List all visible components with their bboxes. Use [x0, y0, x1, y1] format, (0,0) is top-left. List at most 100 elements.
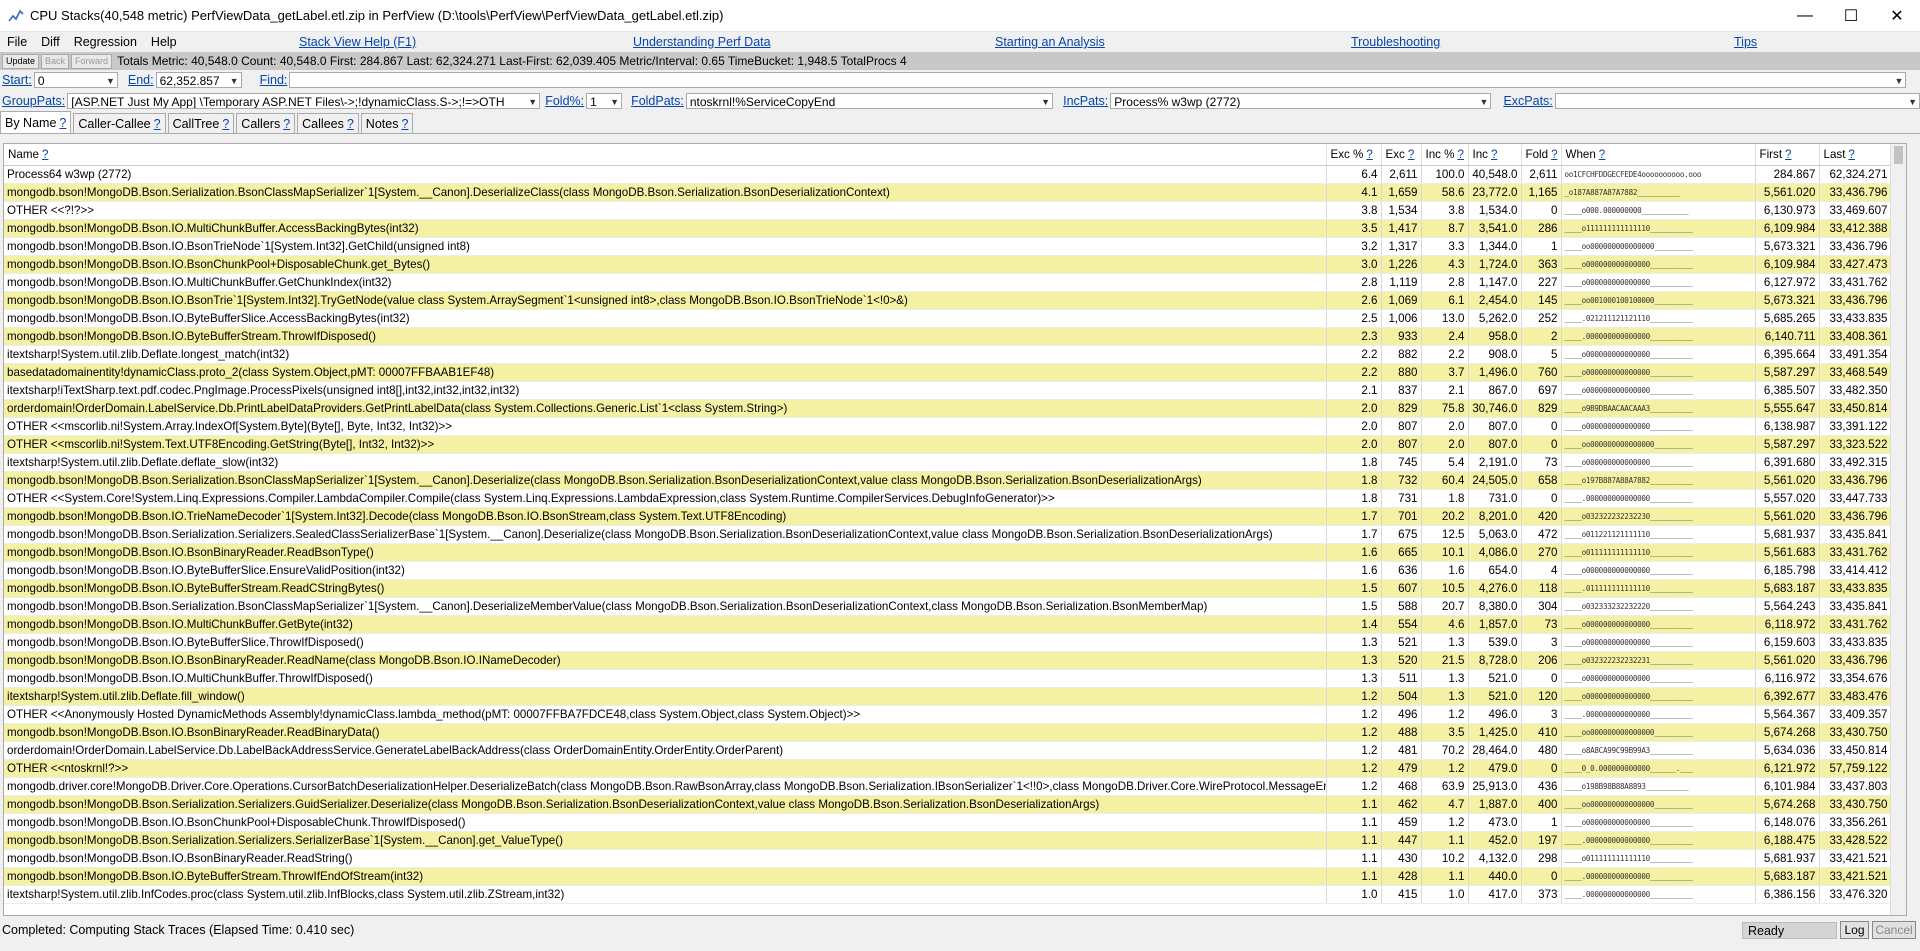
- back-button[interactable]: Back: [41, 53, 70, 69]
- cell-inc-pct[interactable]: 10.2: [1421, 849, 1469, 868]
- cell-when[interactable]: ____oo000000000000000_________: [1561, 237, 1756, 256]
- cell-fold[interactable]: 363: [1521, 255, 1562, 274]
- table-row[interactable]: mongodb.bson!MongoDB.Bson.IO.BsonChunkPo…: [4, 255, 1892, 274]
- cell-when[interactable]: ____oo000000000000000_________: [1561, 795, 1756, 814]
- cell-inc[interactable]: 417.0: [1468, 885, 1522, 904]
- cell-inc[interactable]: 867.0: [1468, 381, 1522, 400]
- table-row[interactable]: mongodb.bson!MongoDB.Bson.IO.ByteBufferS…: [4, 309, 1892, 328]
- cell-when[interactable]: ____o197B887A88A7882__________: [1561, 471, 1756, 490]
- cell-fold[interactable]: 5: [1521, 345, 1562, 364]
- minimize-button[interactable]: —: [1782, 0, 1828, 31]
- log-button[interactable]: Log: [1840, 921, 1869, 939]
- cell-inc[interactable]: 1,534.0: [1468, 201, 1522, 220]
- table-row[interactable]: itextsharp!System.util.zlib.Deflate.long…: [4, 345, 1892, 364]
- cell-exc[interactable]: 1,417: [1381, 219, 1422, 238]
- cell-when[interactable]: ____.021211121121110__________: [1561, 309, 1756, 328]
- cell-inc-pct[interactable]: 3.5: [1421, 723, 1469, 742]
- cell-exc[interactable]: 521: [1381, 633, 1422, 652]
- cell-inc[interactable]: 1,496.0: [1468, 363, 1522, 382]
- cell-when[interactable]: ____o000000000000000__________: [1561, 669, 1756, 688]
- cell-when[interactable]: ____oo000000000000000_________: [1561, 435, 1756, 454]
- cell-fold[interactable]: 3: [1521, 705, 1562, 724]
- cell-when[interactable]: ____o032322232232231__________: [1561, 651, 1756, 670]
- cell-last[interactable]: 33,409.357: [1819, 705, 1892, 724]
- tips-link[interactable]: Tips: [1734, 35, 1757, 49]
- cell-exc[interactable]: 447: [1381, 831, 1422, 850]
- cell-name[interactable]: mongodb.bson!MongoDB.Bson.IO.BsonTrieNod…: [4, 237, 1327, 256]
- cell-when[interactable]: ____o000000000000000__________: [1561, 813, 1756, 832]
- cell-first[interactable]: 6,109.984: [1755, 219, 1820, 238]
- cell-exc-pct[interactable]: 1.2: [1326, 759, 1382, 778]
- cell-exc-pct[interactable]: 1.1: [1326, 813, 1382, 832]
- cell-fold[interactable]: 0: [1521, 669, 1562, 688]
- excpats-input[interactable]: ▼: [1554, 92, 1920, 109]
- cell-exc[interactable]: 829: [1381, 399, 1422, 418]
- cell-exc-pct[interactable]: 6.4: [1326, 165, 1382, 184]
- cell-exc-pct[interactable]: 1.8: [1326, 471, 1382, 490]
- tab-by-name[interactable]: By Name?: [0, 111, 72, 133]
- cell-exc-pct[interactable]: 3.0: [1326, 255, 1382, 274]
- help-link[interactable]: ?: [1785, 148, 1791, 161]
- cell-inc[interactable]: 23,772.0: [1468, 183, 1522, 202]
- cell-last[interactable]: 33,492.315: [1819, 453, 1892, 472]
- cell-last[interactable]: 33,435.841: [1819, 597, 1892, 616]
- cell-inc[interactable]: 24,505.0: [1468, 471, 1522, 490]
- table-row[interactable]: OTHER <<mscorlib.ni!System.Text.UTF8Enco…: [4, 435, 1892, 454]
- table-row[interactable]: mongodb.bson!MongoDB.Bson.IO.ByteBufferS…: [4, 579, 1892, 598]
- cell-name[interactable]: mongodb.bson!MongoDB.Bson.Serialization.…: [4, 525, 1327, 544]
- cell-name[interactable]: itextsharp!System.util.zlib.Deflate.fill…: [4, 687, 1327, 706]
- cell-name[interactable]: mongodb.bson!MongoDB.Bson.IO.BsonTrie`1[…: [4, 291, 1327, 310]
- cell-inc-pct[interactable]: 12.5: [1421, 525, 1469, 544]
- cell-exc-pct[interactable]: 1.3: [1326, 651, 1382, 670]
- cell-exc-pct[interactable]: 1.2: [1326, 777, 1382, 796]
- cell-inc[interactable]: 2,454.0: [1468, 291, 1522, 310]
- cell-inc-pct[interactable]: 10.5: [1421, 579, 1469, 598]
- cell-fold[interactable]: 0: [1521, 201, 1562, 220]
- cell-exc-pct[interactable]: 1.1: [1326, 867, 1382, 886]
- help-link[interactable]: ?: [1366, 148, 1372, 161]
- cell-first[interactable]: 5,561.020: [1755, 507, 1820, 526]
- cell-fold[interactable]: 2,611: [1521, 165, 1562, 184]
- cell-exc[interactable]: 488: [1381, 723, 1422, 742]
- cell-first[interactable]: 5,557.020: [1755, 489, 1820, 508]
- help-link[interactable]: ?: [1491, 148, 1497, 161]
- cell-last[interactable]: 33,450.814: [1819, 399, 1892, 418]
- cell-inc-pct[interactable]: 20.7: [1421, 597, 1469, 616]
- cell-first[interactable]: 5,683.187: [1755, 579, 1820, 598]
- cell-last[interactable]: 33,469.607: [1819, 201, 1892, 220]
- cell-first[interactable]: 284.867: [1755, 165, 1820, 184]
- table-row[interactable]: mongodb.bson!MongoDB.Bson.IO.ByteBufferS…: [4, 867, 1892, 886]
- cell-exc-pct[interactable]: 1.8: [1326, 453, 1382, 472]
- cell-last[interactable]: 33,421.521: [1819, 849, 1892, 868]
- cell-exc-pct[interactable]: 2.8: [1326, 273, 1382, 292]
- cell-name[interactable]: mongodb.driver.core!MongoDB.Driver.Core.…: [4, 777, 1327, 796]
- cell-inc-pct[interactable]: 5.4: [1421, 453, 1469, 472]
- cell-name[interactable]: mongodb.bson!MongoDB.Bson.Serialization.…: [4, 795, 1327, 814]
- cell-exc-pct[interactable]: 2.1: [1326, 381, 1382, 400]
- start-label[interactable]: Start:: [2, 73, 32, 87]
- cell-when[interactable]: ____o8A8CA99C99B99A3__________: [1561, 741, 1756, 760]
- cell-last[interactable]: 33,433.835: [1819, 309, 1892, 328]
- cell-last[interactable]: 33,491.354: [1819, 345, 1892, 364]
- cell-fold[interactable]: 472: [1521, 525, 1562, 544]
- table-row[interactable]: mongodb.bson!MongoDB.Bson.IO.MultiChunkB…: [4, 219, 1892, 238]
- excpats-label[interactable]: ExcPats:: [1503, 94, 1552, 108]
- cell-name[interactable]: Process64 w3wp (2772): [4, 165, 1327, 184]
- cell-inc-pct[interactable]: 2.0: [1421, 435, 1469, 454]
- cell-inc-pct[interactable]: 21.5: [1421, 651, 1469, 670]
- cell-inc-pct[interactable]: 3.3: [1421, 237, 1469, 256]
- cell-inc-pct[interactable]: 4.3: [1421, 255, 1469, 274]
- help-link[interactable]: ?: [1599, 148, 1605, 161]
- cell-first[interactable]: 5,587.297: [1755, 363, 1820, 382]
- cell-last[interactable]: 33,468.549: [1819, 363, 1892, 382]
- table-row[interactable]: OTHER <<ntoskrnl!?>> 1.2 479 1.2 479.0 0 ____0…: [4, 759, 1892, 778]
- cell-inc[interactable]: 2,191.0: [1468, 453, 1522, 472]
- cell-first[interactable]: 6,185.798: [1755, 561, 1820, 580]
- cell-exc[interactable]: 1,226: [1381, 255, 1422, 274]
- col-last-header[interactable]: Last?: [1819, 144, 1892, 166]
- find-input[interactable]: ▼: [289, 72, 1907, 88]
- cell-when[interactable]: ____o111111111111110__________: [1561, 219, 1756, 238]
- cell-inc-pct[interactable]: 10.1: [1421, 543, 1469, 562]
- cell-inc[interactable]: 1,425.0: [1468, 723, 1522, 742]
- cell-fold[interactable]: 0: [1521, 489, 1562, 508]
